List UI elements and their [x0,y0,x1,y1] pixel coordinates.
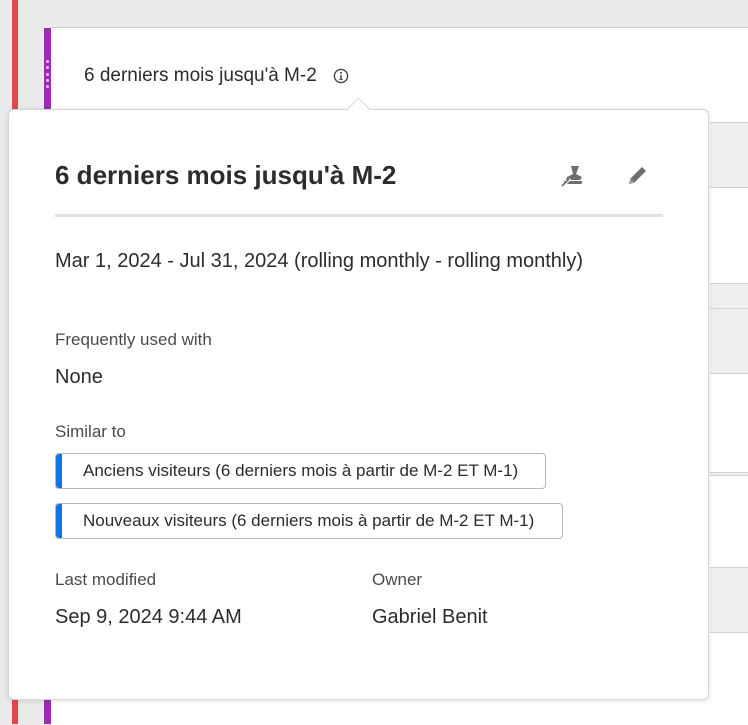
similar-item-tag[interactable]: Nouveaux visiteurs (6 derniers mois à pa… [55,503,563,539]
last-modified-value: Sep 9, 2024 9:44 AM [55,606,242,628]
similar-item-label: Nouveaux visiteurs (6 derniers mois à pa… [83,511,535,530]
popover-title: 6 derniers mois jusqu'à M-2 [55,160,397,190]
frequently-used-label: Frequently used with [55,330,212,349]
owner-value: Gabriel Benit [372,606,488,628]
background-row [710,472,748,476]
info-icon[interactable] [333,68,349,84]
popover-actions [557,160,657,192]
similar-item-label: Anciens visiteurs (6 derniers mois à par… [83,461,519,480]
component-title[interactable]: 6 derniers mois jusqu'à M-2 [84,65,317,87]
background-row [710,283,748,309]
frequently-used-value: None [55,366,103,388]
pencil-icon[interactable] [621,160,653,192]
component-header: 6 derniers mois jusqu'à M-2 [84,60,349,92]
similar-item-tag[interactable]: Anciens visiteurs (6 derniers mois à par… [55,453,546,489]
background-row [710,567,748,633]
info-popover: 6 derniers mois jusqu'à M-2 Mar 1, 2024 … [8,97,709,700]
title-divider [55,214,663,217]
date-range-text: Mar 1, 2024 - Jul 31, 2024 (rolling mont… [55,250,584,272]
approve-stamp-icon[interactable] [557,160,589,192]
similar-to-label: Similar to [55,422,126,441]
background-row [710,122,748,188]
background-row [710,308,748,374]
last-modified-label: Last modified [55,570,157,589]
drag-handle[interactable] [45,60,50,88]
owner-label: Owner [372,570,423,589]
